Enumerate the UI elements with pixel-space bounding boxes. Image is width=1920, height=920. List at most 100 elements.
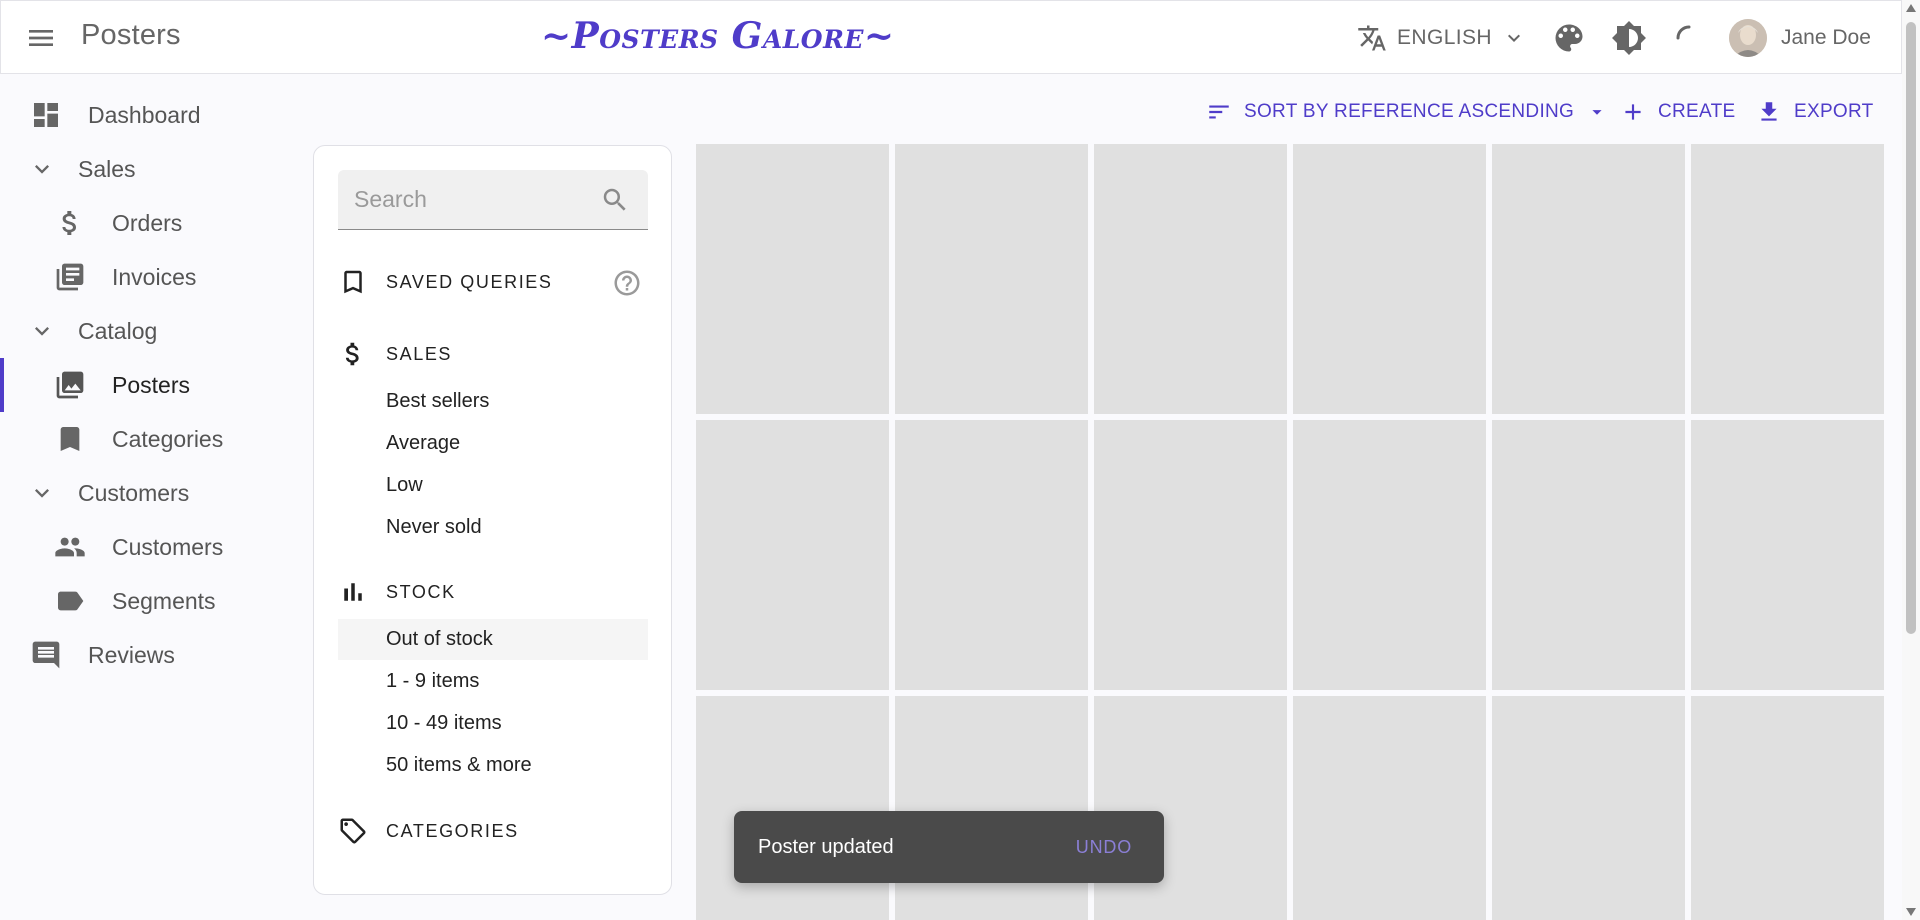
poster-tile-placeholder[interactable] [1293,420,1486,690]
export-button[interactable]: EXPORT [1756,94,1874,130]
avatar [1729,19,1767,57]
filter-item-1-9-items[interactable]: 1 - 9 items [338,661,648,702]
search-field [338,170,648,230]
language-switcher[interactable]: ENGLISH [1357,19,1526,57]
app-bar: Posters ~Posters Galore~ ENGLISH Jane Do… [0,0,1902,74]
poster-tile-placeholder[interactable] [895,144,1088,414]
scroll-up-arrow-icon[interactable] [1906,4,1916,12]
create-label: CREATE [1658,101,1736,122]
sidebar-item-dashboard[interactable]: Dashboard [0,88,290,142]
poster-tile-placeholder[interactable] [1492,144,1685,414]
filter-item-out-of-stock[interactable]: Out of stock [338,619,648,660]
sidebar-item-orders[interactable]: Orders [0,196,290,250]
categories-filter-title: CATEGORIES [386,820,519,841]
poster-tile-placeholder[interactable] [1293,696,1486,920]
poster-tile-placeholder[interactable] [895,696,1088,920]
poster-tile-placeholder[interactable] [696,696,889,920]
scroll-down-arrow-icon[interactable] [1906,908,1916,916]
filter-item-never-sold[interactable]: Never sold [338,507,648,548]
poster-tile-placeholder[interactable] [1691,144,1884,414]
chevron-down-icon [1502,26,1526,50]
poster-tile-placeholder[interactable] [1691,420,1884,690]
poster-tile-placeholder[interactable] [1094,420,1287,690]
stock-filter-header: STOCK [338,574,648,610]
dollar-icon [338,339,368,369]
sidebar-group-catalog[interactable]: Catalog [0,304,290,358]
sales-filter-title: SALES [386,343,453,364]
sidebar-item-label: Customers [112,533,224,560]
plus-icon [1620,99,1646,125]
posters-icon [54,369,86,401]
sidebar-item-label: Segments [112,587,216,614]
filter-sidebar: SAVED QUERIES SALES Best sellers Average… [313,145,672,895]
filter-item-10-49-items[interactable]: 10 - 49 items [338,703,648,744]
poster-tile-placeholder[interactable] [696,420,889,690]
categories-filter-header: CATEGORIES [338,813,648,849]
filter-item-average[interactable]: Average [338,423,648,464]
poster-tile-placeholder[interactable] [1492,696,1685,920]
snackbar-notification: Poster updated UNDO [734,811,1164,883]
sort-button[interactable]: SORT BY REFERENCE ASCENDING [1206,94,1608,130]
export-label: EXPORT [1794,101,1874,122]
sidebar-group-customers[interactable]: Customers [0,466,290,520]
sort-label: SORT BY REFERENCE ASCENDING [1244,101,1575,122]
menu-icon[interactable] [25,22,57,54]
dashboard-icon [30,99,62,131]
sidebar-item-reviews[interactable]: Reviews [0,628,290,682]
bookmark-outline-icon [338,267,368,297]
saved-queries-header: SAVED QUERIES [338,264,648,300]
label-icon [54,585,86,617]
filter-item-50-items-more[interactable]: 50 items & more [338,745,648,786]
refresh-spinner-icon[interactable] [1671,20,1707,56]
poster-tile-placeholder[interactable] [1492,420,1685,690]
sidebar-item-label: Customers [78,479,190,506]
brand-logo-text: ~Posters Galore~ [541,15,895,57]
scroll-thumb[interactable] [1906,22,1916,634]
sidebar-item-label: Sales [78,155,136,182]
chevron-down-icon [28,479,56,507]
sidebar-group-sales[interactable]: Sales [0,142,290,196]
tag-outline-icon [338,816,368,846]
poster-tile-placeholder[interactable] [1293,144,1486,414]
dollar-icon [54,207,86,239]
sidebar-item-label: Catalog [78,317,158,344]
sidebar-item-label: Orders [112,209,183,236]
people-icon [54,531,86,563]
help-icon[interactable] [612,268,642,298]
page-scrollbar[interactable] [1902,0,1920,920]
stock-filter-title: STOCK [386,581,456,602]
sidebar-item-label: Posters [112,371,190,398]
palette-icon[interactable] [1551,20,1587,56]
undo-button[interactable]: UNDO [1076,837,1132,858]
poster-tile-placeholder[interactable] [1094,144,1287,414]
search-icon [600,185,630,215]
invoices-icon [54,261,86,293]
language-label: ENGLISH [1397,26,1492,49]
sidebar-item-invoices[interactable]: Invoices [0,250,290,304]
sidebar-item-categories[interactable]: Categories [0,412,290,466]
download-icon [1756,99,1782,125]
caret-down-icon [1586,101,1608,123]
sidebar-item-segments[interactable]: Segments [0,574,290,628]
user-menu[interactable]: Jane Doe [1729,17,1871,59]
poster-tile-placeholder[interactable] [696,144,889,414]
sidebar-item-label: Dashboard [88,101,201,128]
chevron-down-icon [28,317,56,345]
poster-grid [696,144,1886,920]
poster-tile-placeholder[interactable] [895,420,1088,690]
user-name: Jane Doe [1781,26,1871,49]
sidebar-item-posters[interactable]: Posters [0,358,290,412]
filter-item-best-sellers[interactable]: Best sellers [338,381,648,422]
search-input[interactable] [354,170,594,228]
sales-filter-header: SALES [338,336,648,372]
brightness-icon[interactable] [1611,20,1647,56]
create-button[interactable]: CREATE [1620,94,1735,130]
sidebar: Dashboard Sales Orders Invoices Catalog … [0,88,290,682]
poster-tile-placeholder[interactable] [1691,696,1884,920]
poster-tile-placeholder[interactable] [1094,696,1287,920]
comment-icon [30,639,62,671]
saved-queries-title: SAVED QUERIES [386,271,553,292]
translate-icon [1357,23,1387,53]
sidebar-item-customers[interactable]: Customers [0,520,290,574]
filter-item-low[interactable]: Low [338,465,648,506]
